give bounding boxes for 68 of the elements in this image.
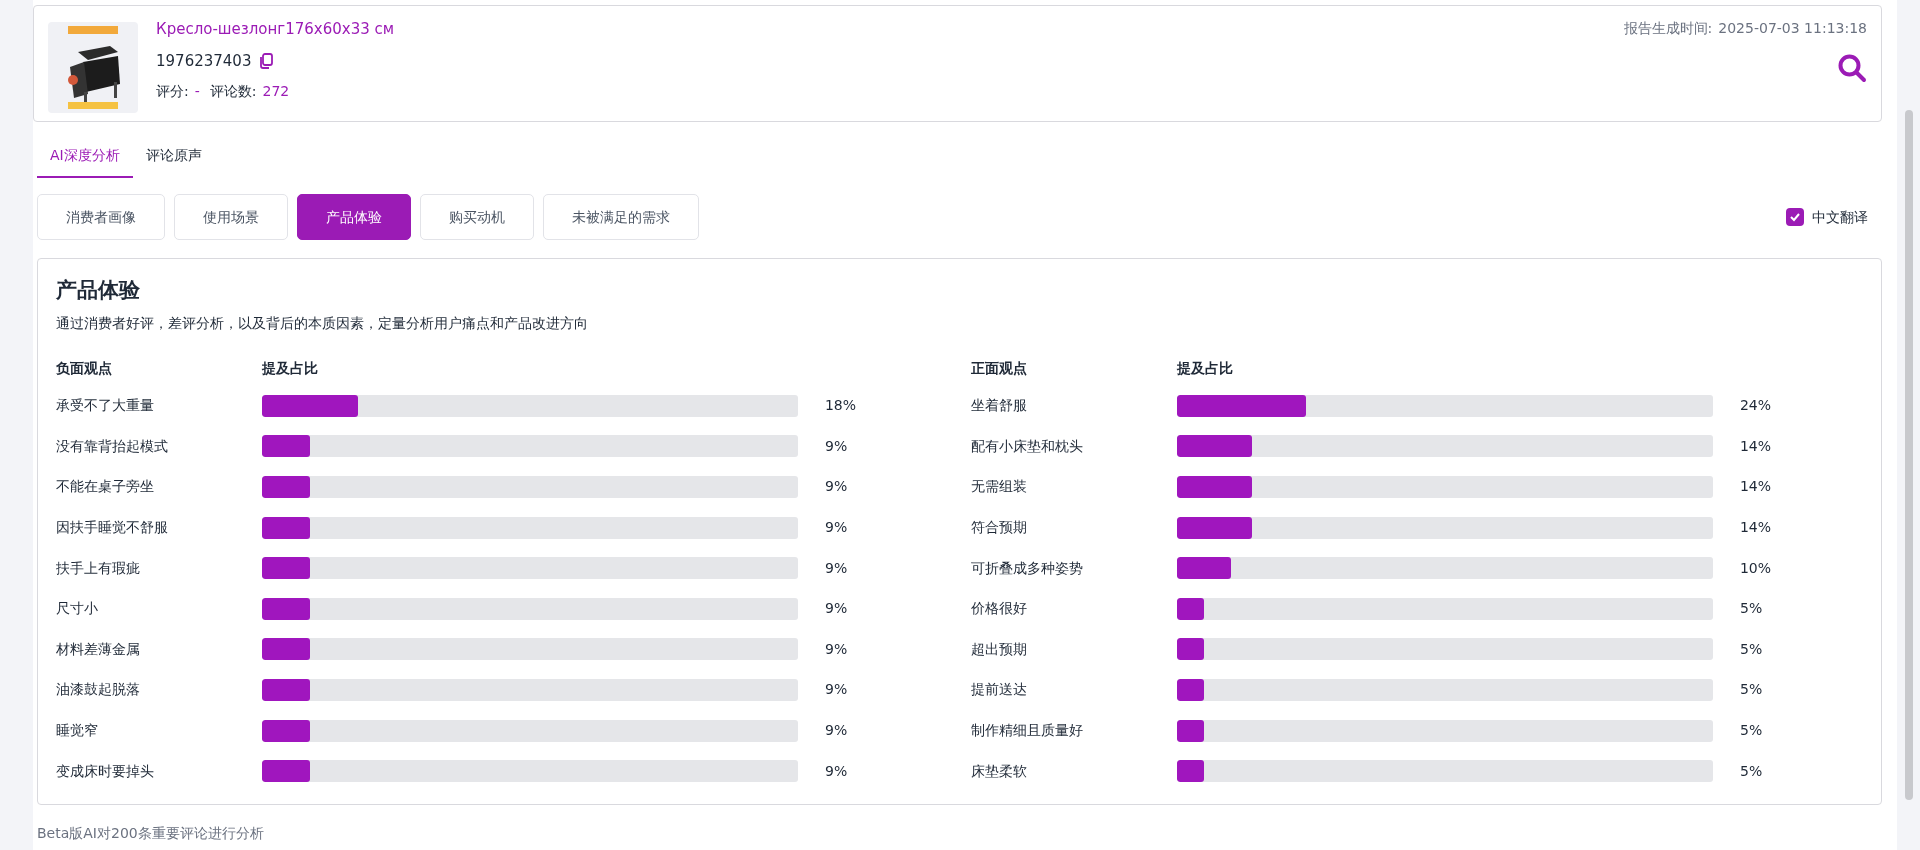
share-value: 9%	[825, 558, 848, 578]
panel-title: 产品体验	[56, 277, 141, 304]
translate-label: 中文翻译	[1812, 207, 1868, 227]
share-heading: 提及占比	[262, 359, 318, 378]
share-value: 18%	[824, 396, 856, 416]
share-value: 14%	[1739, 436, 1771, 456]
review-count: 272	[262, 82, 290, 101]
opinion-label: 可折叠成多种姿势	[971, 558, 1084, 578]
opinion-label: 无需组装	[971, 477, 1028, 497]
opinion-label: 符合预期	[971, 518, 1028, 538]
opinion-label: 价格很好	[971, 599, 1028, 619]
product-title[interactable]: Кресло-шезлонг176x60x33 см	[156, 18, 395, 41]
opinion-label: 配有小床垫和枕头	[971, 436, 1084, 456]
product-id: 1976237403	[156, 50, 252, 72]
panel-description: 通过消费者好评，差评分析，以及背后的本质因素，定量分析用户痛点和产品改进方向	[56, 313, 589, 333]
share-value: 9%	[825, 761, 848, 781]
section-button[interactable]: 产品体验	[297, 194, 411, 240]
rating-label: 评分:	[156, 82, 189, 101]
review-count-label: 评论数:	[209, 82, 257, 101]
opinion-label: 床垫柔软	[971, 761, 1028, 781]
share-value: 5%	[1740, 761, 1763, 781]
tab[interactable]: 评论原声	[132, 143, 215, 178]
opinion-label: 油漆鼓起脱落	[56, 680, 141, 700]
opinion-label: 没有靠背抬起模式	[56, 436, 169, 456]
section-button[interactable]: 购买动机	[420, 194, 534, 240]
share-value: 14%	[1739, 477, 1771, 497]
report-time-label: 报告生成时间:	[1623, 19, 1713, 38]
opinion-label: 尺寸小	[56, 599, 99, 619]
opinion-label: 超出预期	[971, 639, 1028, 659]
footer-note: Beta版AI对200条重要评论进行分析	[37, 824, 265, 843]
share-value: 14%	[1739, 518, 1771, 538]
copy-icon[interactable]	[259, 52, 274, 69]
share-heading: 提及占比	[1177, 359, 1233, 378]
opinion-label: 承受不了大重量	[56, 396, 155, 416]
share-value: 9%	[825, 518, 848, 538]
share-value: 9%	[825, 599, 848, 619]
translate-checkbox[interactable]	[1786, 208, 1804, 226]
section-button[interactable]: 使用场景	[174, 194, 288, 240]
share-value: 5%	[1740, 680, 1763, 700]
search-icon[interactable]	[1837, 53, 1867, 83]
share-value: 9%	[825, 436, 848, 456]
opinion-label: 变成床时要掉头	[56, 761, 155, 781]
share-value: 5%	[1740, 599, 1763, 619]
rating-value: -	[194, 82, 200, 101]
share-value: 9%	[825, 639, 848, 659]
opinion-label: 因扶手睡觉不舒服	[56, 518, 169, 538]
share-value: 24%	[1739, 396, 1771, 416]
opinion-label: 提前送达	[971, 680, 1028, 700]
share-value: 10%	[1739, 558, 1771, 578]
share-value: 9%	[825, 721, 848, 741]
check-icon	[1789, 211, 1801, 223]
share-value: 5%	[1740, 721, 1763, 741]
opinion-label: 材料差薄金属	[56, 639, 141, 659]
section-button[interactable]: 未被满足的需求	[543, 194, 699, 240]
opinion-label: 不能在桌子旁坐	[56, 477, 155, 497]
opinion-label: 扶手上有瑕疵	[56, 558, 141, 578]
opinion-label: 睡觉窄	[56, 721, 99, 741]
scrollbar[interactable]	[1904, 110, 1913, 800]
column-heading: 正面观点	[971, 359, 1028, 378]
share-value: 9%	[825, 477, 848, 497]
column-heading: 负面观点	[56, 359, 113, 378]
opinion-label: 制作精细且质量好	[971, 721, 1084, 741]
share-value: 5%	[1740, 639, 1763, 659]
share-value: 9%	[825, 680, 848, 700]
section-button[interactable]: 消费者画像	[37, 194, 165, 240]
opinion-label: 坐着舒服	[971, 396, 1028, 416]
report-time: 2025-07-03 11:13:18	[1718, 19, 1867, 38]
tab[interactable]: AI深度分析	[37, 143, 133, 178]
